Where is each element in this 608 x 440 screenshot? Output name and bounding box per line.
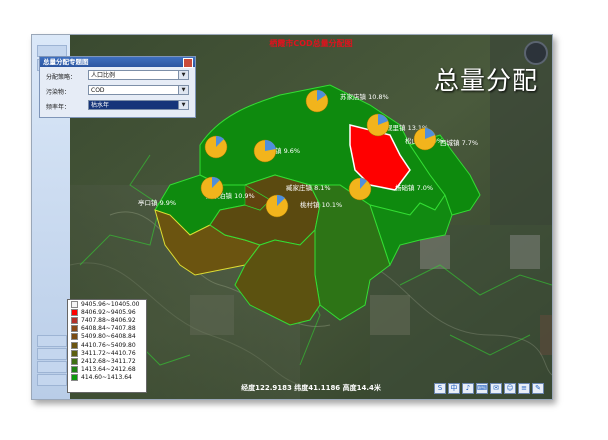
strategy-row: 分配策略： 人口比例 ▼ [40, 70, 195, 82]
legend-swatch [71, 300, 78, 308]
region-label: 臧家庄镇 8.1% [286, 183, 331, 192]
legend-item: 1413.64~2412.68 [68, 366, 146, 374]
thematic-map-panel: 总量分配专题图 分配策略： 人口比例 ▼ 污染物： COD ▼ 频率年： 枯水年… [39, 56, 196, 118]
frequency-year-label: 频率年： [46, 104, 71, 111]
legend-label: 6408.84~7407.88 [81, 325, 136, 333]
panel-title: 总量分配专题图 [40, 57, 195, 68]
region-label: 苏家店镇 10.8% [340, 92, 389, 101]
close-icon[interactable] [183, 58, 193, 68]
legend-item: 4410.76~5409.80 [68, 341, 146, 349]
legend-label: 414.60~1413.64 [81, 374, 132, 382]
legend-label: 8406.92~9405.96 [81, 308, 136, 316]
system-tray: S 中 ♪ ⌨ ✉ ☺ ≡ ✎ [434, 383, 544, 394]
pie-marker[interactable] [366, 113, 390, 137]
strategy-label: 分配策略： [46, 74, 77, 81]
tray-icon[interactable]: ☺ [504, 383, 516, 394]
legend-swatch [71, 316, 78, 324]
side-toolbar-button[interactable] [37, 335, 67, 347]
map-legend: 9405.96~10405.00 8406.92~9405.96 7407.88~8… [67, 299, 147, 393]
legend-item: 2412.68~3411.72 [68, 357, 146, 365]
legend-label: 1413.64~2412.68 [81, 366, 136, 374]
legend-label: 7407.88~8406.92 [81, 316, 136, 324]
pie-marker[interactable] [265, 194, 289, 218]
pie-marker[interactable] [253, 139, 277, 163]
pie-marker[interactable] [348, 177, 372, 201]
frequency-year-row: 频率年： 枯水年 ▼ [40, 100, 195, 112]
tray-icon[interactable]: ✎ [532, 383, 544, 394]
pie-marker[interactable] [413, 127, 437, 151]
legend-swatch [71, 357, 78, 365]
tray-icon[interactable]: ⌨ [476, 383, 488, 394]
legend-swatch [71, 349, 78, 357]
legend-swatch [71, 341, 78, 349]
map-title: 栖霞市COD总量分配图 [269, 39, 353, 48]
legend-item: 6408.84~7407.88 [68, 325, 146, 333]
pollutant-row: 污染物： COD ▼ [40, 85, 195, 97]
region-label: 杨础镇 7.0% [395, 183, 433, 192]
legend-label: 5409.80~6408.84 [81, 333, 136, 341]
legend-swatch [71, 333, 78, 341]
chevron-down-icon[interactable]: ▼ [178, 86, 188, 94]
side-toolbar-button[interactable] [37, 348, 67, 360]
map-overlay-title: 总量分配 [433, 66, 538, 95]
tray-icon[interactable]: ♪ [462, 383, 474, 394]
legend-label: 3411.72~4410.76 [81, 349, 136, 357]
legend-item: 9405.96~10405.00 [68, 300, 146, 308]
chevron-down-icon[interactable]: ▼ [178, 101, 188, 109]
strategy-value: 人口比例 [91, 72, 116, 79]
tray-icon[interactable]: S [434, 383, 446, 394]
side-toolbar-button[interactable] [37, 374, 67, 386]
legend-swatch [71, 374, 78, 382]
frequency-year-select[interactable]: 枯水年 ▼ [88, 100, 189, 110]
legend-label: 4410.76~5409.80 [81, 341, 136, 349]
region-label: 桃村镇 10.1% [300, 200, 342, 209]
legend-item: 7407.88~8406.92 [68, 316, 146, 324]
panel-title-text: 总量分配专题图 [43, 58, 89, 66]
chevron-down-icon[interactable]: ▼ [178, 71, 188, 79]
pollutant-select[interactable]: COD ▼ [88, 85, 189, 95]
tray-icon[interactable]: ✉ [490, 383, 502, 394]
frequency-year-value: 枯水年 [91, 102, 110, 109]
legend-item: 414.60~1413.64 [68, 374, 146, 382]
pie-marker[interactable] [204, 135, 228, 159]
legend-label: 2412.68~3411.72 [81, 357, 136, 365]
pie-marker[interactable] [200, 176, 224, 200]
legend-item: 8406.92~9405.96 [68, 308, 146, 316]
legend-label: 9405.96~10405.00 [81, 300, 140, 308]
legend-swatch [71, 366, 78, 374]
pollutant-label: 污染物： [46, 89, 71, 96]
legend-item: 3411.72~4410.76 [68, 349, 146, 357]
strategy-select[interactable]: 人口比例 ▼ [88, 70, 189, 80]
pollutant-value: COD [91, 87, 105, 94]
side-toolbar-button[interactable] [37, 361, 67, 373]
legend-swatch [71, 308, 78, 316]
tray-icon[interactable]: 中 [448, 383, 460, 394]
tray-icon[interactable]: ≡ [518, 383, 530, 394]
legend-swatch [71, 325, 78, 333]
region-label: 亭口镇 9.9% [138, 198, 176, 207]
region-label: 西城镇 7.7% [440, 138, 478, 147]
pie-marker[interactable] [305, 89, 329, 113]
legend-item: 5409.80~6408.84 [68, 333, 146, 341]
